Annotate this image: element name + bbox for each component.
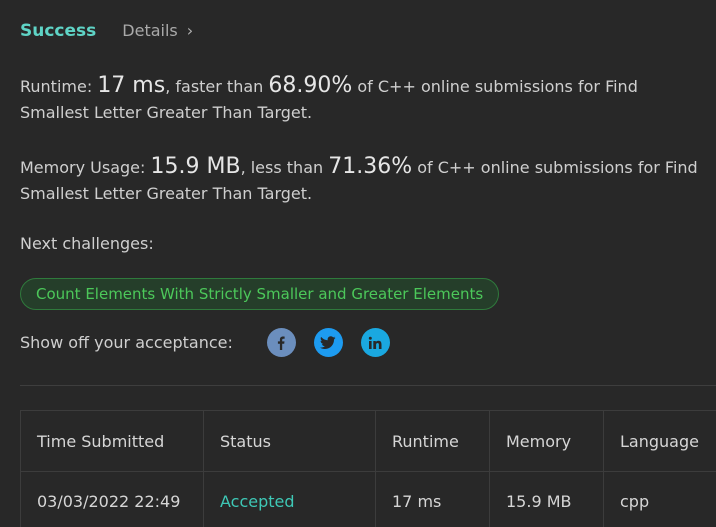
- column-header-status[interactable]: Status: [203, 410, 376, 472]
- section-divider: [20, 385, 716, 386]
- column-header-runtime[interactable]: Runtime: [375, 410, 490, 472]
- cell-status-accepted[interactable]: Accepted: [203, 471, 376, 527]
- table-row[interactable]: 03/03/2022 22:49 Accepted 17 ms 15.9 MB …: [20, 471, 716, 527]
- runtime-percent: 68.90%: [268, 73, 353, 98]
- details-label: Details: [122, 21, 178, 40]
- runtime-stat: Runtime: 17 ms, faster than 68.90% of C+…: [20, 73, 700, 126]
- runtime-label: Runtime:: [20, 77, 93, 96]
- next-challenges-label: Next challenges:: [20, 234, 154, 253]
- result-header: Success Details ›: [20, 21, 193, 41]
- memory-percent: 71.36%: [328, 154, 413, 179]
- column-header-language[interactable]: Language: [603, 410, 716, 472]
- challenge-pill[interactable]: Count Elements With Strictly Smaller and…: [20, 278, 500, 310]
- cell-runtime: 17 ms: [375, 471, 490, 527]
- memory-compare: , less than: [240, 158, 324, 177]
- chevron-right-icon: ›: [186, 21, 194, 40]
- memory-label: Memory Usage:: [20, 158, 146, 177]
- facebook-icon[interactable]: [266, 328, 296, 357]
- column-header-memory[interactable]: Memory: [489, 410, 604, 472]
- cell-memory: 15.9 MB: [489, 471, 604, 527]
- status-title: Success: [20, 21, 97, 41]
- runtime-value: 17 ms: [97, 73, 166, 98]
- memory-value: 15.9 MB: [150, 154, 241, 179]
- cell-language: cpp: [603, 471, 716, 527]
- twitter-icon[interactable]: [313, 328, 343, 357]
- cell-time-submitted: 03/03/2022 22:49: [20, 471, 204, 527]
- table-header-row: Time Submitted Status Runtime Memory Lan…: [20, 410, 716, 472]
- submission-result-page: Success Details › Runtime: 17 ms, faster…: [0, 0, 716, 527]
- runtime-compare: , faster than: [165, 77, 264, 96]
- share-row: Show off your acceptance:: [20, 328, 390, 357]
- details-link[interactable]: Details ›: [122, 21, 193, 40]
- share-label: Show off your acceptance:: [20, 333, 233, 352]
- memory-stat: Memory Usage: 15.9 MB, less than 71.36% …: [20, 154, 700, 207]
- linkedin-icon[interactable]: [360, 328, 390, 357]
- column-header-time[interactable]: Time Submitted: [20, 410, 204, 472]
- submissions-table: Time Submitted Status Runtime Memory Lan…: [20, 410, 716, 527]
